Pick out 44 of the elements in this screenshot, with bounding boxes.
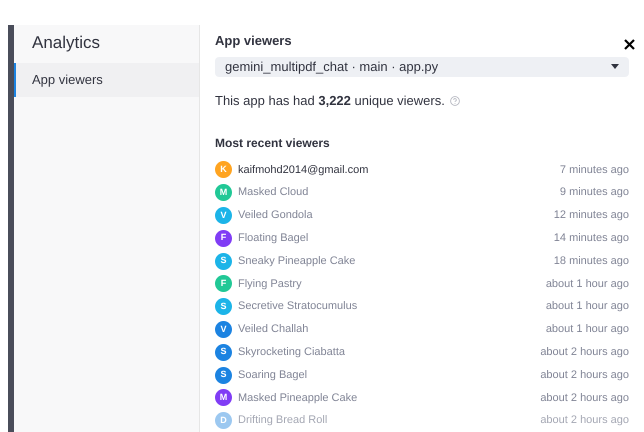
viewed-time: 18 minutes ago <box>554 254 629 269</box>
viewed-time: about 2 hours ago <box>540 344 629 360</box>
avatar: F <box>215 275 232 292</box>
panel-title: App viewers <box>215 32 292 50</box>
viewer-name: Soaring Bagel <box>238 368 308 383</box>
viewed-time: 9 minutes ago <box>560 185 629 200</box>
viewer-name: Secretive Stratocumulus <box>238 299 358 314</box>
viewer-name: Skyrocketing Ciabatta <box>238 344 346 360</box>
viewer-name: Masked Pineapple Cake <box>238 390 358 406</box>
avatar: K <box>215 161 232 178</box>
viewer-name: Masked Cloud <box>238 185 310 200</box>
avatar: S <box>215 298 232 316</box>
sidebar-title: Analytics <box>31 32 102 54</box>
avatar: M <box>215 389 232 406</box>
viewed-time: about 1 hour ago <box>546 276 629 292</box>
avatar: F <box>215 230 232 247</box>
caret-icon <box>611 64 619 70</box>
viewed-time: about 2 hours ago <box>540 368 629 383</box>
close-icon[interactable] <box>624 39 635 50</box>
viewed-time: about 2 hours ago <box>540 413 629 428</box>
app-select[interactable]: gemini_multipdf_chat · main · app.py <box>215 56 629 77</box>
viewer-name: Drifting Bread Roll <box>238 413 328 428</box>
viewed-time: about 2 hours ago <box>540 390 629 406</box>
viewer-name: Flying Pastry <box>238 276 303 292</box>
sidebar-item[interactable]: App viewers <box>14 63 199 97</box>
avatar: M <box>215 184 232 202</box>
viewed-time: 7 minutes ago <box>560 162 629 178</box>
viewed-time: 14 minutes ago <box>554 230 629 246</box>
viewer-name: Sneaky Pineapple Cake <box>238 254 356 269</box>
viewer-count-text: This app has had 3,222 unique viewers. <box>215 92 445 110</box>
avatar: S <box>215 252 232 270</box>
avatar: V <box>215 206 232 224</box>
viewer-name: Veiled Challah <box>238 322 310 338</box>
avatar: D <box>215 412 232 430</box>
viewed-time: about 1 hour ago <box>546 299 629 314</box>
viewed-time: about 1 hour ago <box>546 322 629 338</box>
section-title: Most recent viewers <box>215 135 331 152</box>
viewed-time: 12 minutes ago <box>554 208 629 224</box>
avatar: V <box>215 320 232 338</box>
viewer-name: Veiled Gondola <box>238 208 314 224</box>
viewer-name: Floating Bagel <box>238 230 310 246</box>
viewer-name: kaifmohd2014@gmail.com <box>238 162 370 178</box>
avatar: S <box>215 366 232 384</box>
avatar: S <box>215 344 232 361</box>
